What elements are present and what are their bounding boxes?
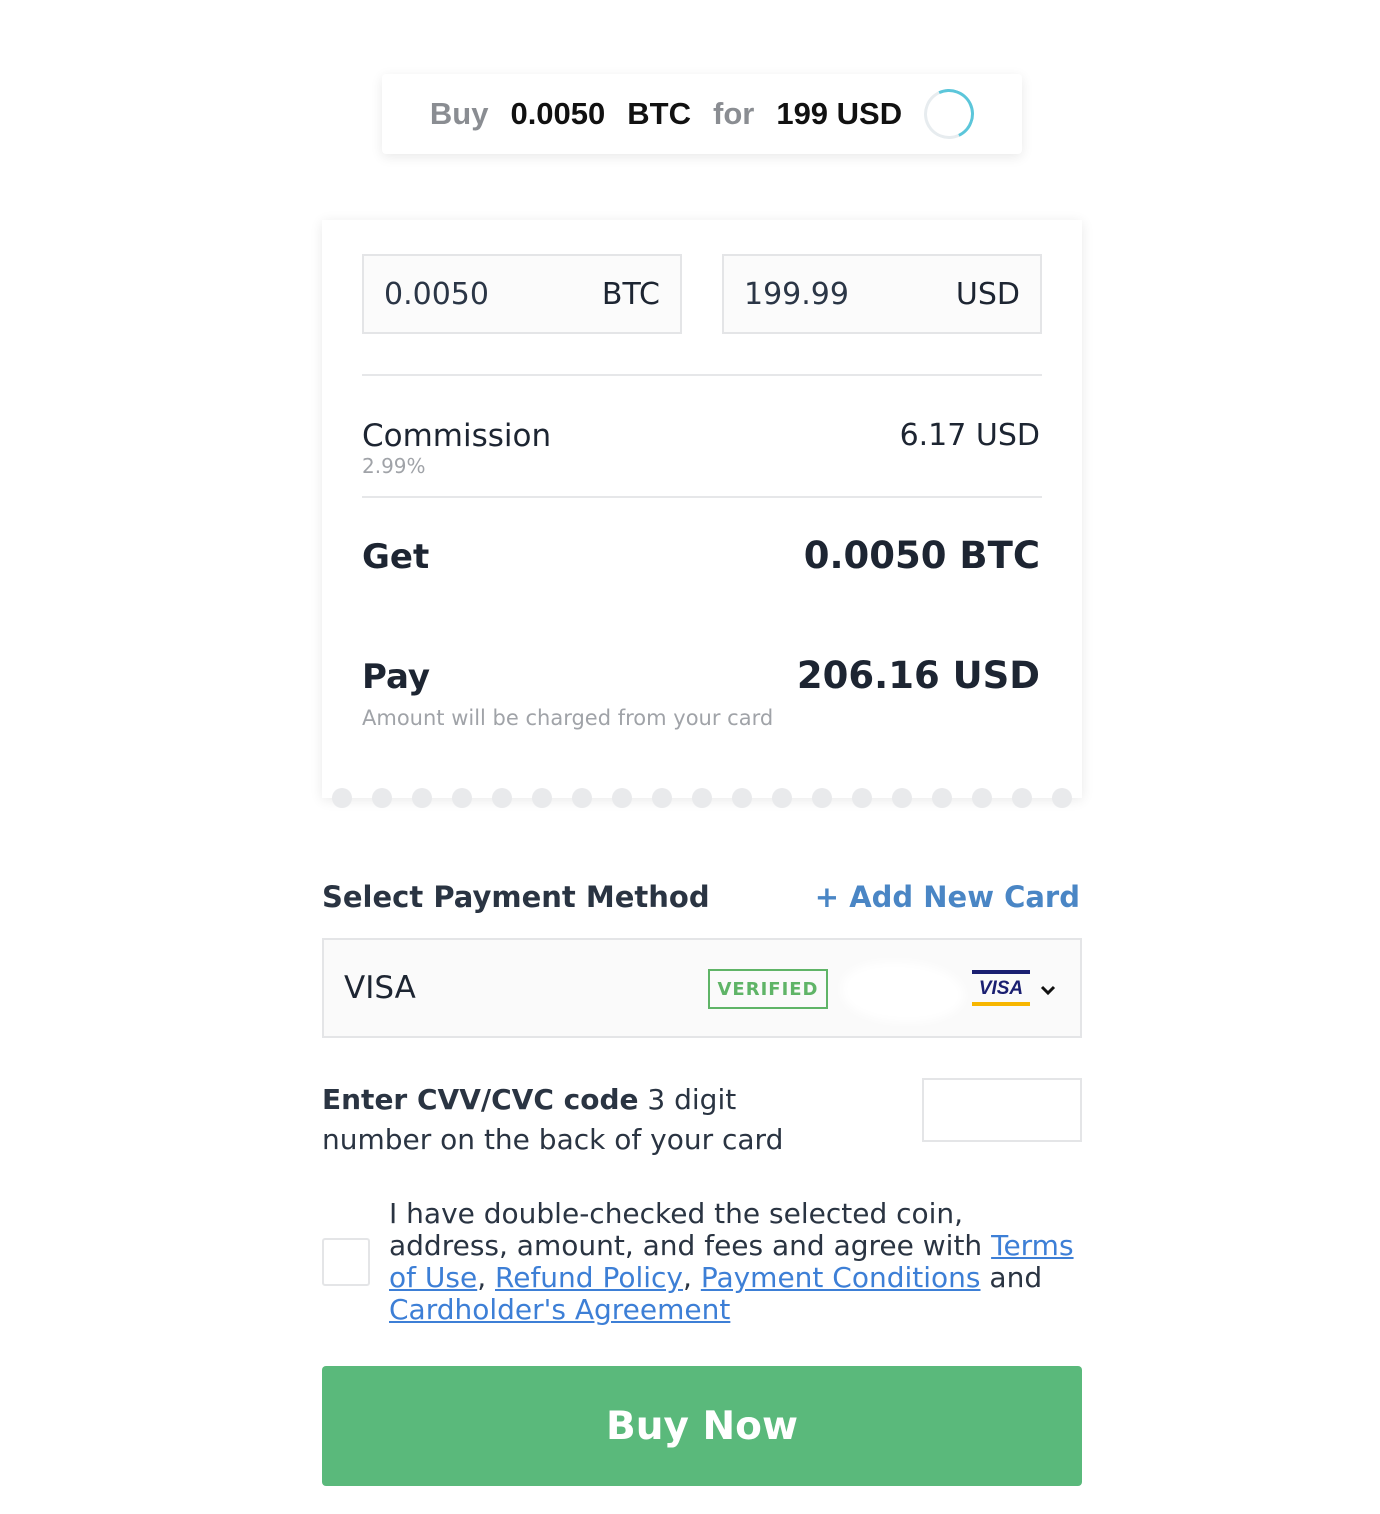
loading-spinner-icon [917, 81, 982, 147]
perforation-dot [652, 788, 672, 808]
divider [362, 374, 1042, 376]
summary-crypto-amount: 0.0050 [510, 96, 606, 131]
summary-crypto-code: BTC [627, 96, 691, 131]
agreement-text: I have double-checked the selected coin,… [389, 1198, 1089, 1326]
cvv-label-bold: Enter CVV/CVC code [322, 1083, 639, 1116]
perforation-dot [892, 788, 912, 808]
selected-card-name: VISA [344, 970, 416, 1006]
agreement-text-intro: I have double-checked the selected coin,… [389, 1197, 992, 1262]
perforation-dot [772, 788, 792, 808]
perforation-dot [532, 788, 552, 808]
summary-for-word: for [713, 96, 755, 131]
separator: , [477, 1261, 496, 1294]
cvv-input[interactable] [922, 1078, 1082, 1142]
perforation-dot [452, 788, 472, 808]
pay-label: Pay [362, 657, 431, 697]
chevron-down-icon[interactable] [1038, 980, 1058, 1000]
payment-method-title: Select Payment Method [322, 880, 710, 914]
card-select-dropdown[interactable]: VISA VERIFIED VISA [322, 938, 1082, 1038]
order-summary: Buy 0.0050 BTC for 199 USD [382, 74, 1022, 154]
cvv-label: Enter CVV/CVC code 3 digit number on the… [322, 1080, 792, 1160]
pay-value: 206.16 USD [796, 654, 1040, 697]
masked-card-number [848, 968, 958, 1016]
perforation-dot [692, 788, 712, 808]
perforation-dot [412, 788, 432, 808]
perforation-dot [572, 788, 592, 808]
crypto-amount-input[interactable]: 0.0050 BTC [362, 254, 682, 334]
perforation-dot [812, 788, 832, 808]
perforation-dot [972, 788, 992, 808]
perforation-dot [372, 788, 392, 808]
visa-logo-icon: VISA [972, 970, 1030, 1006]
summary-fiat-amount: 199 USD [776, 96, 903, 131]
buy-now-button[interactable]: Buy Now [322, 1366, 1082, 1486]
perforation-dot [1052, 788, 1072, 808]
commission-label: Commission [362, 418, 552, 454]
verified-badge: VERIFIED [708, 969, 828, 1009]
receipt-card: 0.0050 BTC 199.99 USD Commission 2.99% 6… [322, 220, 1082, 808]
fiat-amount-unit: USD [955, 276, 1020, 312]
cardholders-agreement-link[interactable]: Cardholder's Agreement [389, 1293, 730, 1326]
perforation-dot [1012, 788, 1032, 808]
and-word: and [980, 1261, 1043, 1294]
perforation-dot [612, 788, 632, 808]
payment-conditions-link[interactable]: Payment Conditions [701, 1261, 981, 1294]
perforation-dot [332, 788, 352, 808]
fiat-amount-input[interactable]: 199.99 USD [722, 254, 1042, 334]
receipt-perforation [322, 788, 1082, 808]
commission-rate: 2.99% [362, 454, 426, 478]
perforation-dot [932, 788, 952, 808]
summary-buy-word: Buy [429, 96, 489, 131]
perforation-dot [732, 788, 752, 808]
refund-policy-link[interactable]: Refund Policy [495, 1261, 683, 1294]
get-label: Get [362, 537, 430, 577]
crypto-amount-unit: BTC [601, 276, 660, 312]
perforation-dot [852, 788, 872, 808]
crypto-amount-value: 0.0050 [384, 276, 489, 312]
get-value: 0.0050 BTC [803, 534, 1040, 577]
commission-value: 6.17 USD [899, 418, 1040, 453]
divider [362, 496, 1042, 498]
perforation-dot [492, 788, 512, 808]
add-new-card-link[interactable]: + Add New Card [815, 880, 1080, 914]
agreement-checkbox[interactable] [322, 1238, 370, 1286]
visa-logo-text: VISA [979, 978, 1023, 999]
fiat-amount-value: 199.99 [744, 276, 849, 312]
pay-note: Amount will be charged from your card [362, 706, 774, 730]
separator: , [683, 1261, 701, 1294]
